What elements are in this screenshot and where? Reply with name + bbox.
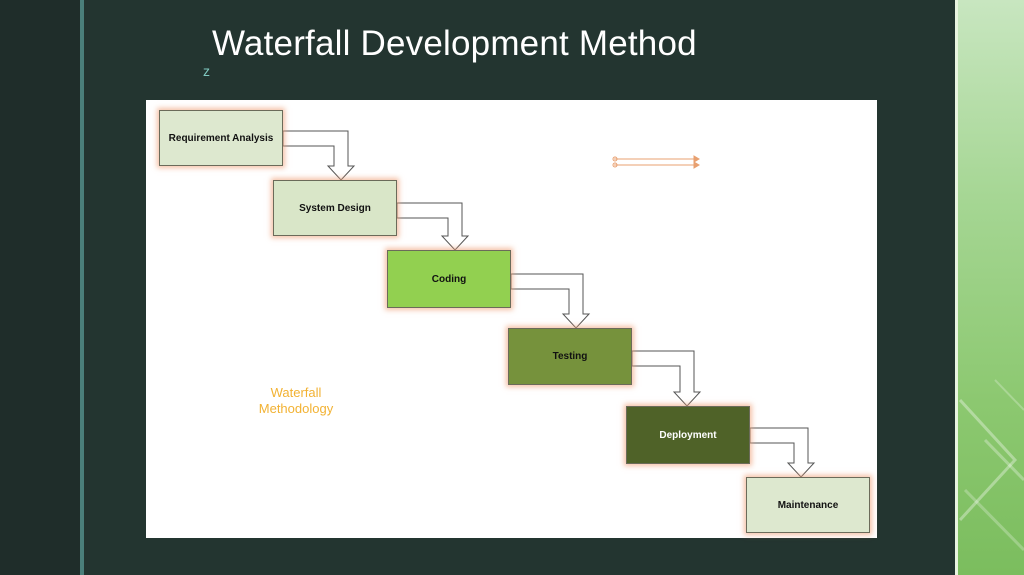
step-deployment: Deployment bbox=[626, 406, 750, 464]
left-side-panel bbox=[0, 0, 80, 575]
z-mark-icon: z bbox=[203, 63, 210, 79]
small-decorative-arrows bbox=[612, 155, 700, 169]
right-decorative-panel bbox=[955, 0, 1024, 575]
left-accent-line bbox=[80, 0, 84, 575]
decorative-chevrons bbox=[958, 379, 1024, 552]
slide-title: Waterfall Development Method bbox=[212, 24, 697, 63]
waterfall-diagram: Requirement Analysis System Design Codin… bbox=[146, 100, 877, 538]
step-testing: Testing bbox=[508, 328, 632, 385]
step-maintenance: Maintenance bbox=[746, 477, 870, 533]
step-requirement-analysis: Requirement Analysis bbox=[159, 110, 283, 166]
step-arrow bbox=[510, 273, 591, 329]
step-arrow bbox=[396, 202, 470, 251]
methodology-label: Waterfall Methodology bbox=[258, 385, 334, 416]
step-system-design: System Design bbox=[273, 180, 397, 236]
step-arrow bbox=[631, 350, 702, 407]
step-coding: Coding bbox=[387, 250, 511, 308]
step-arrow bbox=[749, 427, 816, 478]
step-arrow bbox=[282, 130, 356, 181]
